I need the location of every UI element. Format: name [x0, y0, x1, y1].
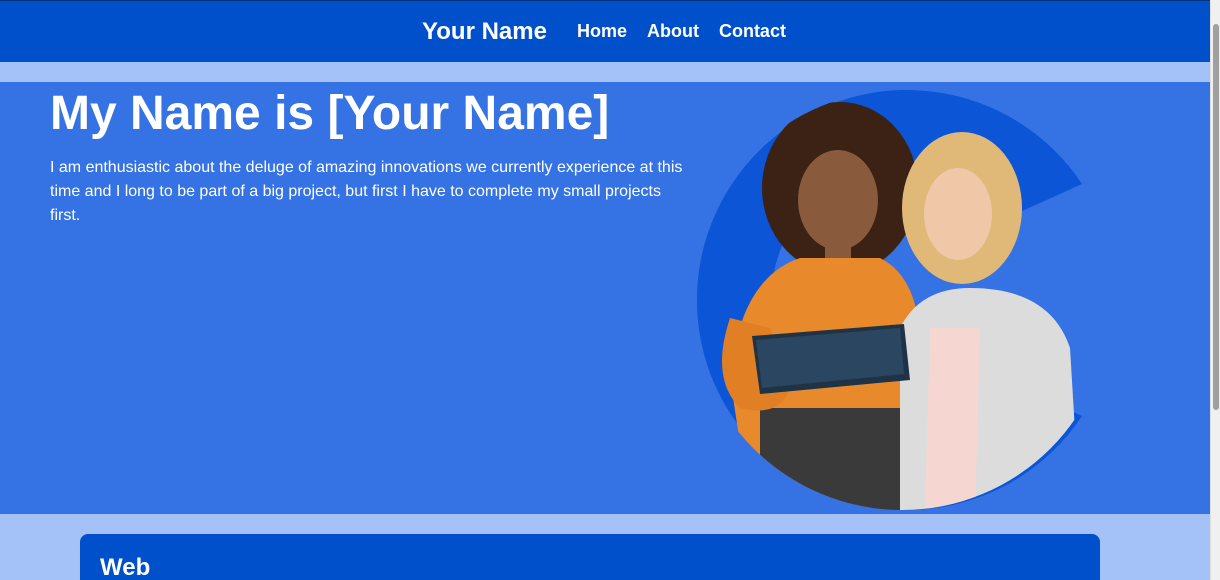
hero-title: My Name is [Your Name] — [50, 87, 610, 140]
web-card: Web — [80, 534, 1100, 580]
hero-illustration — [696, 89, 1082, 511]
hero-description: I am enthusiastic about the deluge of am… — [50, 159, 683, 224]
nav-link-home[interactable]: Home — [577, 21, 627, 42]
top-navbar: Your Name Home About Contact — [0, 0, 1210, 62]
scrollbar-thumb[interactable] — [1213, 24, 1219, 410]
nav-link-about[interactable]: About — [647, 21, 699, 42]
card-title: Web — [100, 554, 151, 580]
vertical-scrollbar[interactable] — [1210, 0, 1220, 580]
hero-section: My Name is [Your Name] I am enthusiastic… — [0, 82, 1210, 514]
nav-link-contact[interactable]: Contact — [719, 21, 786, 42]
brand-name[interactable]: Your Name — [422, 18, 547, 46]
